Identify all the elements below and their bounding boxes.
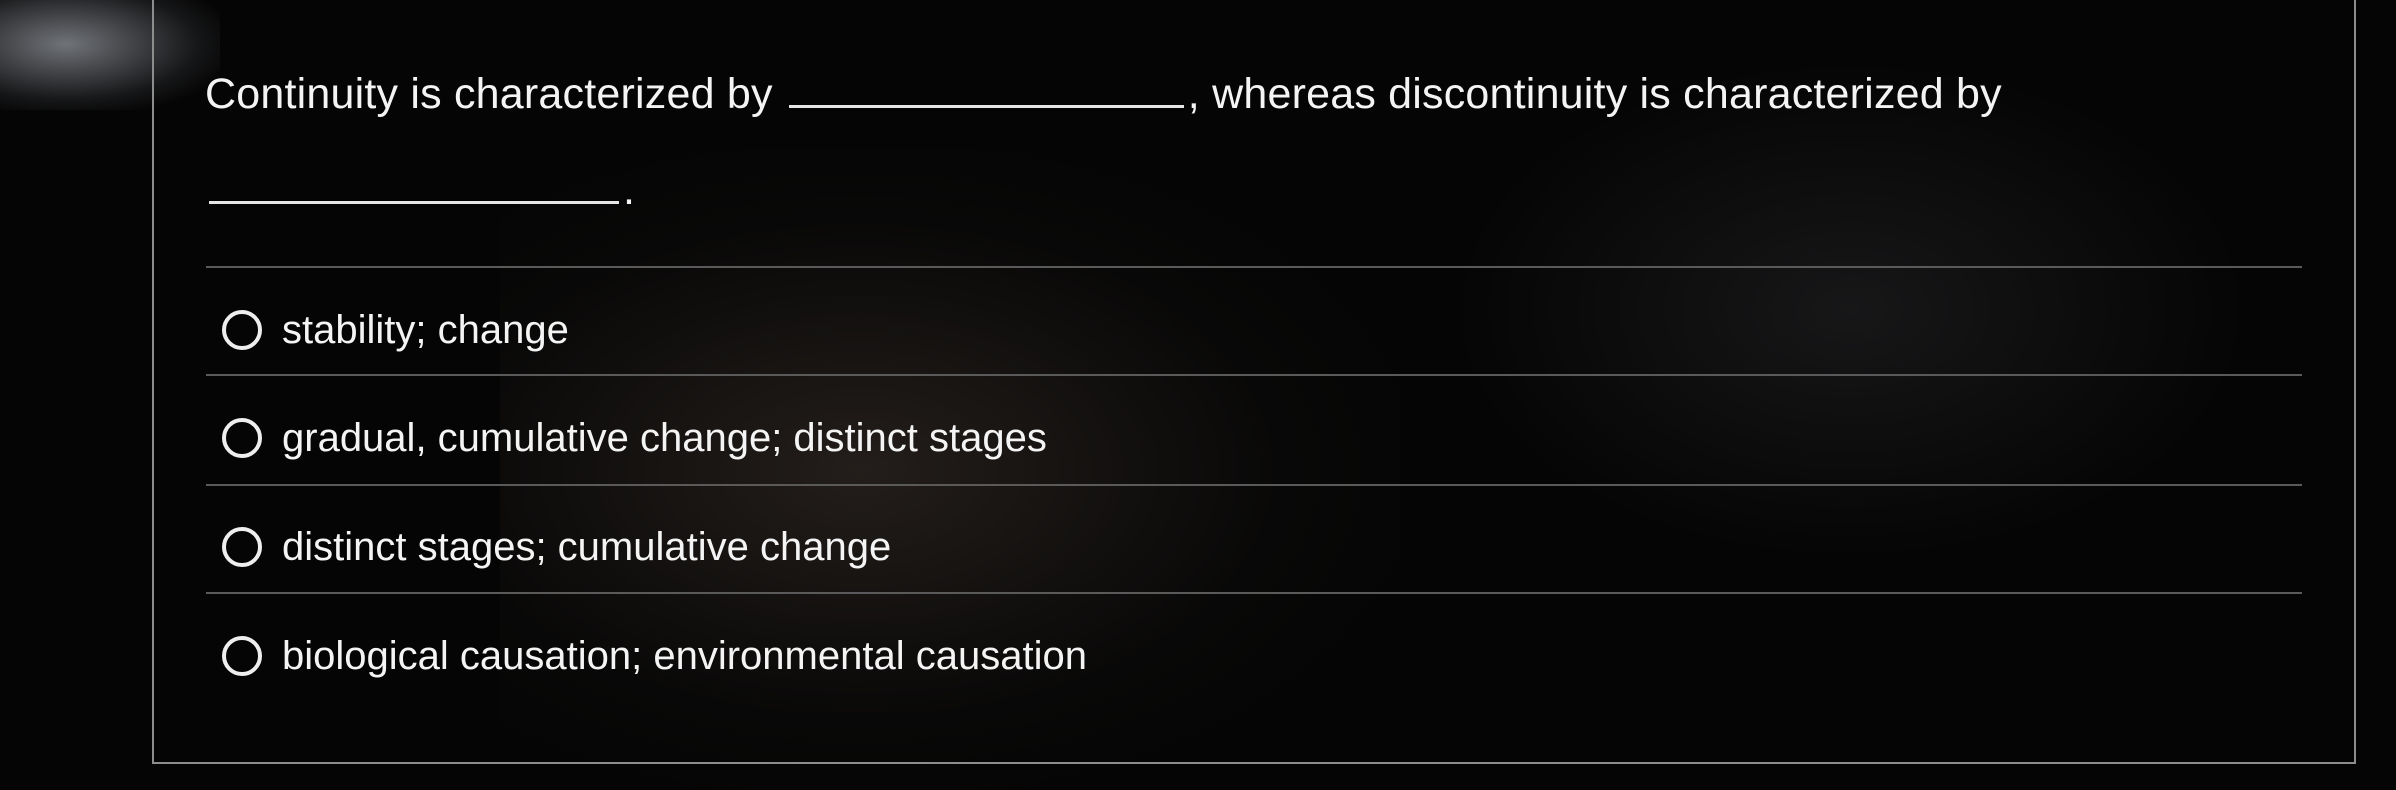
fill-in-blank-2: [209, 155, 619, 204]
question-text-part-2: , whereas discontinuity is characterized…: [1187, 70, 2002, 118]
answer-label: stability; change: [282, 307, 569, 352]
radio-button-icon[interactable]: [222, 310, 262, 350]
radio-button-icon[interactable]: [222, 636, 262, 676]
answer-label: gradual, cumulative change; distinct sta…: [282, 415, 1047, 460]
answer-divider: [206, 484, 2302, 486]
answer-label: biological causation; environmental caus…: [282, 633, 1087, 678]
answer-option-4[interactable]: biological causation; environmental caus…: [222, 626, 1087, 686]
answer-divider: [206, 374, 2302, 376]
fill-in-blank-1: [788, 59, 1184, 108]
question-text-part-1: Continuity is characterized by: [205, 70, 785, 118]
question-prompt: Continuity is characterized by , whereas…: [205, 46, 2255, 238]
answer-option-3[interactable]: distinct stages; cumulative change: [222, 517, 891, 577]
answer-divider: [206, 266, 2302, 268]
answer-divider: [206, 592, 2302, 594]
answer-option-2[interactable]: gradual, cumulative change; distinct sta…: [222, 408, 1047, 468]
radio-button-icon[interactable]: [222, 527, 262, 567]
answer-option-1[interactable]: stability; change: [222, 300, 569, 360]
radio-button-icon[interactable]: [222, 418, 262, 458]
answer-label: distinct stages; cumulative change: [282, 524, 892, 569]
question-text-part-3: .: [623, 166, 636, 214]
